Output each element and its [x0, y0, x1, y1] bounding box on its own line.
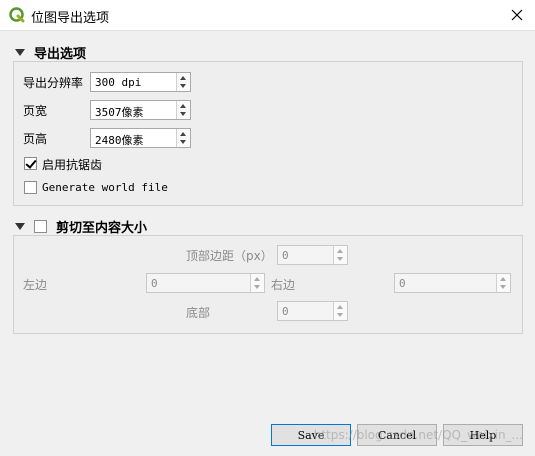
bottom-margin-value: 0 [282, 305, 289, 318]
page-width-spin-arrows[interactable] [176, 101, 190, 119]
spin-up-icon[interactable] [180, 104, 186, 108]
collapse-arrow-icon [15, 223, 25, 230]
spin-down-icon[interactable] [180, 112, 186, 116]
page-height-spin-arrows[interactable] [176, 129, 190, 147]
bottom-margin-spinbox[interactable]: 0 [277, 301, 348, 321]
spin-down-icon[interactable] [337, 257, 343, 261]
spin-up-icon[interactable] [337, 249, 343, 253]
window-title: 位图导出选项 [31, 11, 110, 26]
right-margin-label: 右边 [271, 278, 296, 292]
antialias-label[interactable]: 启用抗锯齿 [42, 156, 102, 173]
spin-up-icon[interactable] [180, 132, 186, 136]
crop-header[interactable]: 剪切至内容大小 [15, 217, 147, 236]
left-margin-label: 左边 [23, 278, 48, 292]
top-margin-label: 顶部边距（px） [186, 249, 273, 263]
right-margin-spinbox[interactable]: 0 [394, 273, 511, 293]
spin-up-icon[interactable] [180, 76, 186, 80]
crop-checkbox[interactable] [34, 220, 47, 233]
close-icon [511, 9, 523, 21]
title-bar: 位图导出选项 [0, 0, 535, 31]
antialias-checkbox[interactable] [24, 157, 37, 170]
bottom-margin-spin-arrows[interactable] [333, 302, 347, 320]
world-file-checkbox[interactable] [24, 181, 37, 194]
export-options-title: 导出选项 [34, 47, 87, 62]
left-margin-spinbox[interactable]: 0 [146, 273, 265, 293]
page-height-value: 2480像素 [95, 134, 144, 147]
right-margin-value: 0 [399, 277, 406, 290]
spin-up-icon[interactable] [500, 277, 506, 281]
resolution-value: 300 dpi [95, 76, 142, 89]
page-width-value: 3507像素 [95, 106, 144, 119]
spin-down-icon[interactable] [337, 313, 343, 317]
spin-up-icon[interactable] [337, 305, 343, 309]
right-margin-spin-arrows[interactable] [496, 274, 510, 292]
crop-title: 剪切至内容大小 [56, 221, 148, 236]
top-margin-spin-arrows[interactable] [333, 246, 347, 264]
top-margin-spinbox[interactable]: 0 [277, 245, 348, 265]
resolution-spin-arrows[interactable] [176, 73, 190, 91]
watermark-text: https://blog.csdn.net/QQ_weixin_... [313, 428, 523, 442]
spin-down-icon[interactable] [500, 285, 506, 289]
checkmark-icon [25, 157, 37, 169]
page-height-label: 页高 [23, 132, 48, 146]
left-margin-spin-arrows[interactable] [250, 274, 264, 292]
page-width-spinbox[interactable]: 3507像素 [90, 100, 191, 120]
qgis-icon [9, 7, 25, 23]
spin-down-icon[interactable] [180, 84, 186, 88]
page-height-spinbox[interactable]: 2480像素 [90, 128, 191, 148]
bottom-margin-label: 底部 [186, 306, 211, 320]
left-margin-value: 0 [151, 277, 158, 290]
spin-down-icon[interactable] [254, 285, 260, 289]
close-button[interactable] [499, 0, 535, 30]
spin-up-icon[interactable] [254, 277, 260, 281]
resolution-spinbox[interactable]: 300 dpi [90, 72, 191, 92]
collapse-arrow-icon [15, 49, 25, 56]
export-options-header[interactable]: 导出选项 [15, 43, 86, 62]
resolution-label: 导出分辨率 [23, 76, 84, 90]
page-width-label: 页宽 [23, 104, 48, 118]
top-margin-value: 0 [282, 249, 289, 262]
spin-down-icon[interactable] [180, 140, 186, 144]
world-file-label[interactable]: Generate world file [42, 181, 168, 194]
